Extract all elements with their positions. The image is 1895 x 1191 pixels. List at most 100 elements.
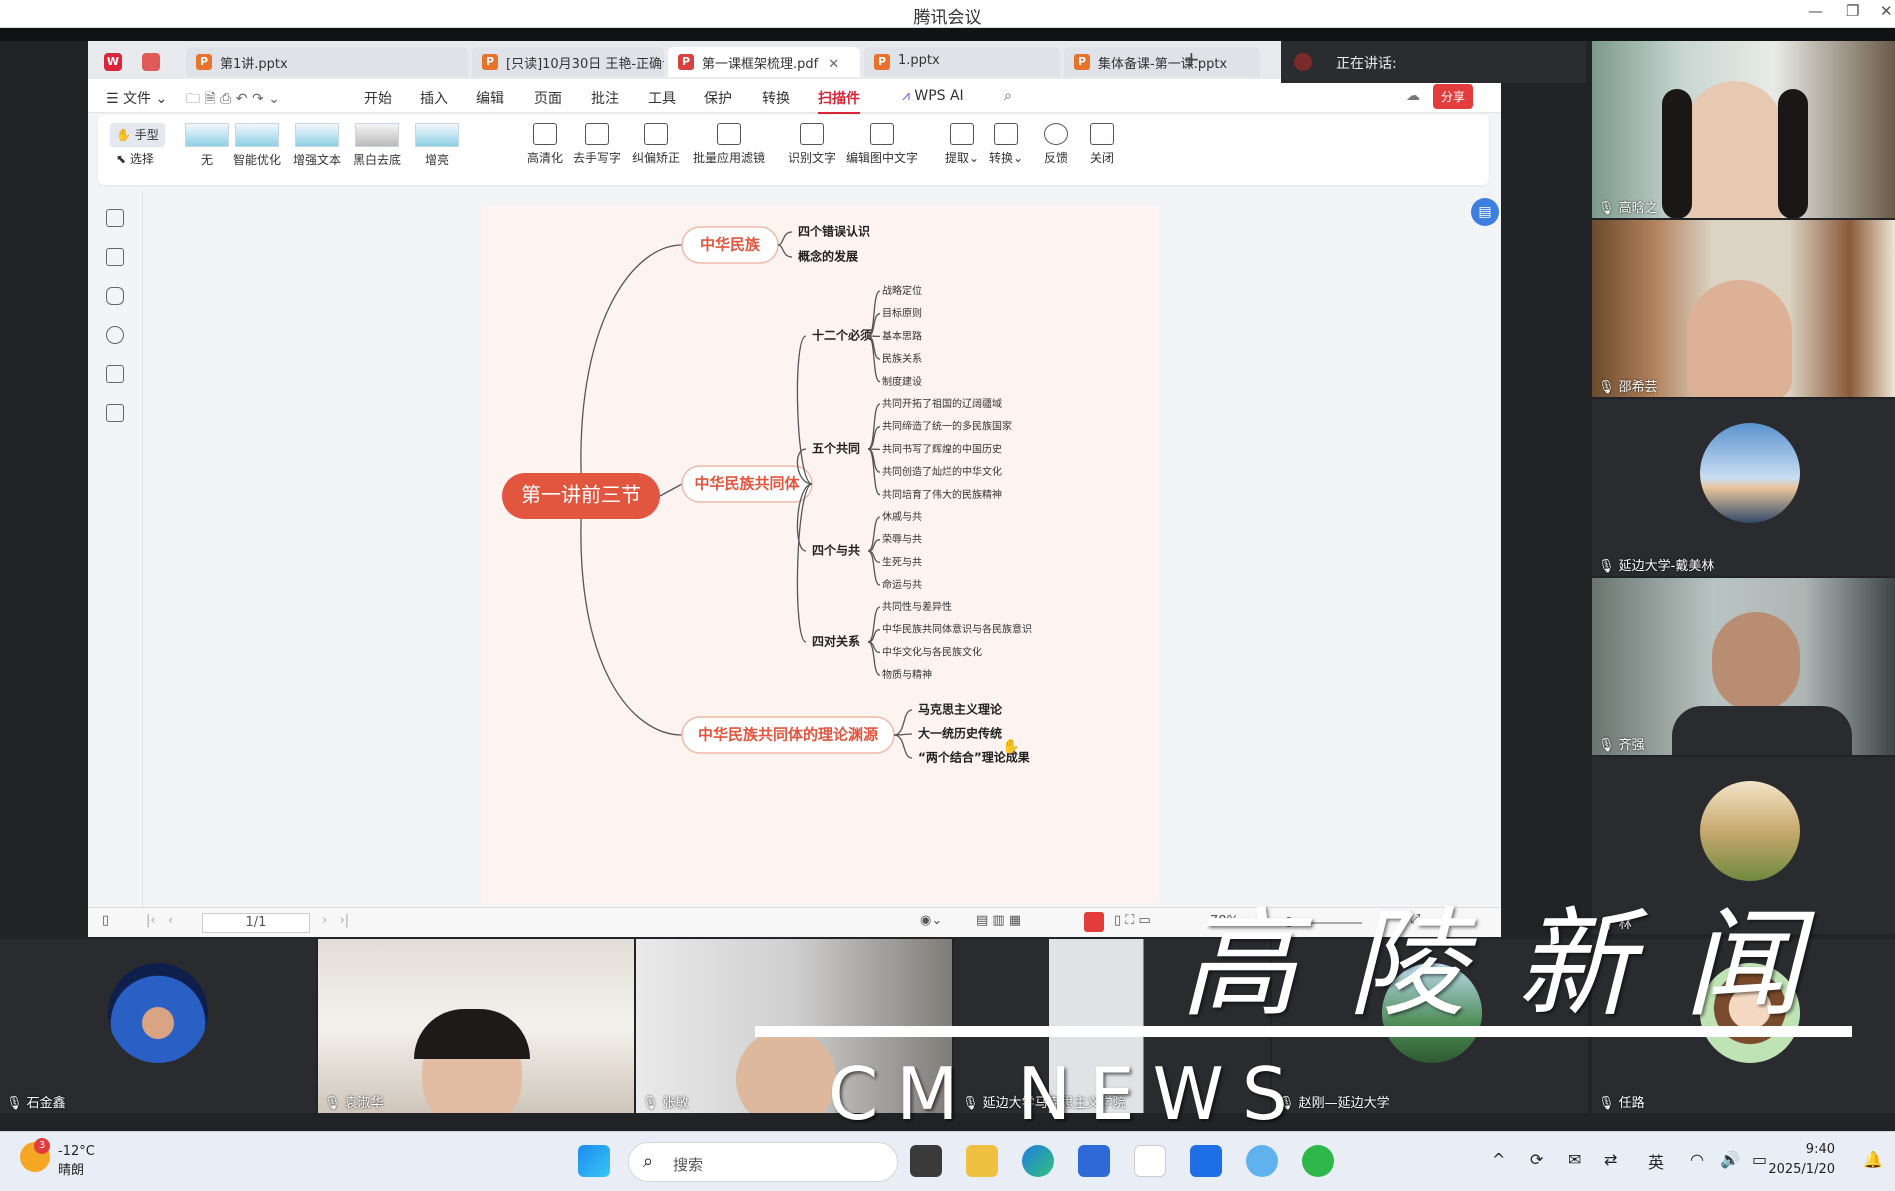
tray-app-icon[interactable]: ✉ [1568,1150,1581,1169]
ocr-button[interactable]: 识别文字 [784,123,840,166]
batch-filter-button[interactable]: 批量应用滤镜 [686,123,772,166]
windows-start-icon[interactable] [578,1145,610,1177]
layers-icon[interactable] [106,404,124,422]
menu-insert[interactable]: 插入 [420,88,448,108]
video-tile[interactable]: 🎙 高晗之 [1592,41,1895,218]
filter-text-button[interactable]: 增强文本 [289,123,345,168]
ime-indicator[interactable]: 英 [1648,1149,1664,1173]
attachment-icon[interactable] [106,326,124,344]
sidebar-toggle-icon[interactable]: ▯ [102,913,109,928]
search-icon[interactable]: ⌕ [1004,88,1012,104]
mode-label: 手型 [134,128,159,142]
signature-icon[interactable] [106,365,124,383]
tab-document-1[interactable]: P 第1讲.pptx [186,47,468,77]
battery-icon[interactable]: ▭ [1752,1150,1767,1169]
search-placeholder: 搜索 [673,1156,704,1174]
tab-document-2[interactable]: P [只读]10月30日 王艳-正确认 [472,47,664,77]
menu-wps-ai[interactable]: ⩘ WPS AI [902,88,964,104]
tab-label: 集体备课-第一课.pptx [1098,57,1228,72]
menu-tools[interactable]: 工具 [648,88,676,108]
bookmark-icon[interactable] [106,209,124,227]
floating-assist-button[interactable]: ▤ [1471,198,1499,226]
tray-switch-icon[interactable]: ⇄ [1604,1150,1617,1169]
play-icon[interactable] [1084,912,1104,932]
page-nav-next-icons[interactable]: › ›| [322,913,349,928]
participant-name: 🎙 高晗之 [1598,201,1658,216]
video-tile[interactable]: 🎙 齐强 [1592,578,1895,755]
cloud-upload-icon[interactable]: ☁ [1406,88,1420,104]
hd-button[interactable]: 高清化 [517,123,573,166]
minimize-icon[interactable]: — [1808,2,1823,20]
tab-document-5[interactable]: P 集体备课-第一课.pptx [1064,47,1260,77]
scan-text-icon [800,123,824,145]
menu-protect[interactable]: 保护 [704,88,732,108]
menu-edit[interactable]: 编辑 [476,88,504,108]
search-box[interactable]: ⌕ 搜索 [628,1142,898,1182]
tray-sync-icon[interactable]: ⟳ [1530,1150,1543,1169]
view-mode-icons[interactable]: ▤ ▥ ▦ [976,913,1021,928]
maximize-icon[interactable]: ❐ [1846,2,1859,20]
video-tile[interactable]: 🎙 邵希芸 [1592,220,1895,397]
wechat-icon[interactable] [1302,1145,1334,1177]
comment-icon[interactable] [106,287,124,305]
close-scan-button[interactable]: 关闭 [1080,123,1124,166]
video-tile[interactable]: 🎙 石金鑫 [0,939,316,1113]
page-number-input[interactable]: 1/1 [202,913,310,933]
menu-scan[interactable]: 扫描件 [818,88,860,114]
deskew-button[interactable]: 纠偏矫正 [628,123,684,166]
menu-comment[interactable]: 批注 [591,88,619,108]
notification-bell-icon[interactable]: 🔔 [1863,1150,1883,1169]
menu-start[interactable]: 开始 [364,88,392,108]
tencent-meeting-icon[interactable] [1190,1145,1222,1177]
video-tile[interactable]: 🎙 延边大学-戴美林 [1592,399,1895,576]
filter-bright-button[interactable]: 增亮 [409,123,465,168]
edge-browser-icon[interactable] [1022,1145,1054,1177]
eye-icon[interactable]: ◉⌄ [920,913,942,928]
convert-icon [994,123,1018,145]
thumbnail-icon[interactable] [106,248,124,266]
chat-app-icon[interactable] [1246,1145,1278,1177]
mindmap-leaf-label: 共同开拓了祖国的辽阔疆域 [882,397,1002,410]
tab-document-3[interactable]: P 第一课框架梳理.pdf ✕ [668,47,860,77]
wifi-icon[interactable]: ◠ [1690,1150,1704,1169]
select-mode-button[interactable]: ⬉ 选择 [110,147,165,171]
file-explorer-icon[interactable] [966,1145,998,1177]
tool-label: 高清化 [526,151,563,165]
video-tile[interactable]: 🎙 袁淑华 [318,939,634,1113]
volume-icon[interactable]: 🔊 [1720,1150,1740,1169]
filter-label: 智能优化 [232,153,281,167]
wps-logo-icon[interactable]: W [92,47,128,77]
fit-icons[interactable]: ▯ ⛶ ▭ [1114,913,1151,928]
feedback-button[interactable]: 反馈 [1034,123,1078,166]
convert-button[interactable]: 转换⌄ [978,123,1034,166]
weather-widget[interactable]: -12°C 晴朗 [58,1142,95,1180]
remove-handwriting-button[interactable]: 去手写字 [569,123,625,166]
tab-document-4[interactable]: P 1.pptx [864,47,1060,77]
menu-file[interactable]: ☰ 文件 ⌄ [106,88,167,108]
tray-chevron-icon[interactable]: ^ [1492,1150,1505,1169]
task-view-icon[interactable] [910,1145,942,1177]
filter-smart-button[interactable]: 智能优化 [229,123,285,168]
new-tab-plus-icon[interactable]: + [1183,47,1200,71]
weather-badge: 3 [34,1138,50,1154]
quick-tools-icon[interactable]: 🗀 🗎 ⎙ ↶ ↷ ⌄ [186,88,280,112]
edit-image-text-button[interactable]: 编辑图中文字 [844,123,920,166]
image-edit-icon [870,123,894,145]
tab-close-icon[interactable]: ✕ [828,57,839,72]
pdf-home-icon[interactable] [138,47,162,77]
pptx-icon: P [874,54,890,70]
hand-mode-button[interactable]: ✋ 手型 [110,123,165,147]
filter-none-button[interactable]: 无 [179,123,235,168]
close-icon[interactable]: ✕ [1880,2,1893,20]
weather-text: 晴朗 [58,1163,85,1178]
page-nav-icons[interactable]: |‹ ‹ [146,913,173,928]
share-button[interactable]: 分享 [1433,84,1474,109]
app-icon[interactable] [1134,1145,1166,1177]
mindmap-leaf-label: 四个错误认识 [798,224,870,239]
taskbar: 3 -12°C 晴朗 ⌕ 搜索 ^ ⟳ ✉ ⇄ 英 ◠ 🔊 ▭ 9:40 202… [0,1131,1895,1191]
filter-bw-button[interactable]: 黑白去底 [349,123,405,168]
clock[interactable]: 9:40 2025/1/20 [1768,1140,1835,1180]
menu-convert[interactable]: 转换 [762,88,790,108]
menu-page[interactable]: 页面 [534,88,562,108]
store-icon[interactable] [1078,1145,1110,1177]
